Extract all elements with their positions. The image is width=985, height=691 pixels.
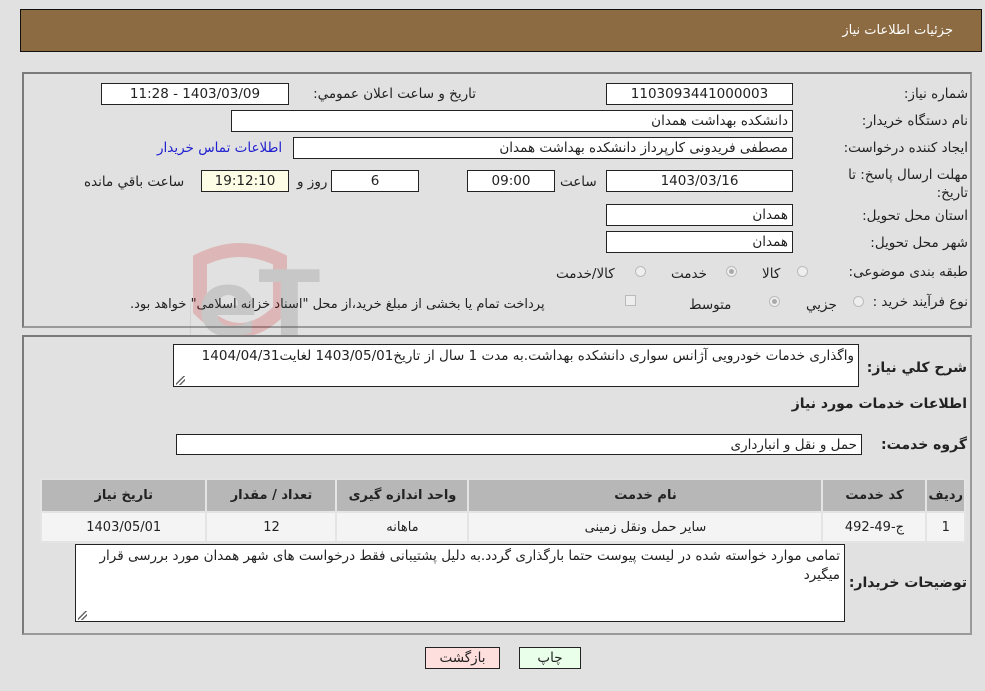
- need-number-field: 1103093441000003: [606, 83, 793, 105]
- category-radio-goods[interactable]: [797, 266, 808, 277]
- cell-quantity: 12: [205, 511, 338, 543]
- payment-note: پرداخت تمام یا بخشی از مبلغ خرید،از محل …: [130, 297, 545, 312]
- print-button[interactable]: چاپ: [519, 647, 581, 669]
- remaining-label: ساعت باقي مانده: [84, 174, 185, 190]
- col-header-unit: واحد اندازه گيری: [335, 478, 470, 513]
- col-header-need-date: تاريخ نياز: [39, 478, 208, 513]
- buyer-org-field: دانشکده بهداشت همدان: [231, 110, 793, 132]
- category-radio-service[interactable]: [726, 266, 737, 277]
- cell-unit: ماهانه: [335, 511, 470, 543]
- city-label: شهر محل تحویل:: [870, 235, 968, 251]
- deadline-time-label: ساعت: [560, 174, 597, 190]
- creator-field: مصطفی فریدونی کارپرداز دانشکده بهداشت هم…: [293, 137, 793, 159]
- days-label: روز و: [297, 174, 328, 190]
- announce-field: 1403/03/09 - 11:28: [101, 83, 289, 105]
- resize-grip-icon[interactable]: [176, 376, 185, 385]
- process-radio-minor[interactable]: [853, 296, 864, 307]
- table-row: 1 ج-49-492 سایر حمل ونقل زمینی ماهانه 12…: [39, 511, 966, 543]
- page-header: جزئیات اطلاعات نیاز: [20, 9, 982, 52]
- description-label: شرح کلي نياز:: [866, 360, 967, 376]
- category-option-service: خدمت: [671, 266, 707, 282]
- process-option-medium: متوسط: [689, 297, 732, 313]
- cell-service-code: ج-49-492: [821, 511, 928, 543]
- province-field: همدان: [606, 204, 793, 226]
- process-radio-medium[interactable]: [769, 296, 780, 307]
- category-radio-goods-service[interactable]: [635, 266, 646, 277]
- announce-label: تاریخ و ساعت اعلان عمومي:: [313, 86, 476, 102]
- col-header-row-number: رديف: [925, 478, 966, 513]
- cell-need-date: 1403/05/01: [39, 511, 208, 543]
- category-option-goods: کالا: [762, 266, 781, 282]
- services-heading: اطلاعات خدمات مورد نياز: [791, 396, 967, 412]
- col-header-quantity: تعداد / مقدار: [205, 478, 338, 513]
- cell-service-name: سایر حمل ونقل زمینی: [467, 511, 824, 543]
- back-button[interactable]: بازگشت: [425, 647, 500, 669]
- province-label: استان محل تحویل:: [862, 208, 968, 224]
- buyer-contact-link[interactable]: اطلاعات تماس خريدار: [157, 140, 282, 156]
- process-label: نوع فرآیند خرید :: [872, 294, 968, 310]
- buyer-org-label: نام دستگاه خريدار:: [861, 113, 968, 129]
- need-number-label: شماره نیاز:: [903, 86, 968, 102]
- buyer-notes-textarea[interactable]: تمامی موارد خواسته شده در لیست پیوست حتم…: [75, 544, 845, 622]
- process-option-minor: جزيي: [806, 297, 837, 313]
- creator-label: ايجاد کننده درخواست:: [843, 140, 968, 156]
- col-header-service-name: نام خدمت: [467, 478, 824, 513]
- service-group-label: گروه خدمت:: [881, 437, 967, 453]
- category-label: طبقه بندی موضوعی:: [848, 264, 968, 280]
- description-textarea[interactable]: واگذاری خدمات خودرویی آژانس سواری دانشکد…: [173, 344, 859, 387]
- col-header-service-code: کد خدمت: [821, 478, 928, 513]
- resize-grip-icon[interactable]: [78, 611, 87, 620]
- page-title: جزئیات اطلاعات نیاز: [842, 23, 953, 38]
- deadline-date-field: 1403/03/16: [606, 170, 793, 192]
- service-group-field: حمل و نقل و انبارداری: [176, 434, 862, 455]
- services-table: رديف کد خدمت نام خدمت واحد اندازه گيری ت…: [39, 478, 966, 543]
- treasury-checkbox[interactable]: [625, 295, 636, 306]
- description-text: واگذاری خدمات خودرویی آژانس سواری دانشکد…: [201, 348, 854, 364]
- days-field: 6: [331, 170, 419, 192]
- category-option-goods-service: کالا/خدمت: [556, 266, 615, 282]
- table-header-row: رديف کد خدمت نام خدمت واحد اندازه گيری ت…: [39, 478, 966, 513]
- cell-row-number: 1: [925, 511, 966, 543]
- deadline-time-field: 09:00: [467, 170, 555, 192]
- remaining-time-field: 19:12:10: [201, 170, 289, 192]
- deadline-label: مهلت ارسال پاسخ: تا تاریخ:: [848, 167, 968, 201]
- buyer-notes-label: توضيحات خريدار:: [848, 575, 967, 591]
- buyer-notes-text: تمامی موارد خواسته شده در لیست پیوست حتم…: [99, 548, 840, 583]
- city-field: همدان: [606, 231, 793, 253]
